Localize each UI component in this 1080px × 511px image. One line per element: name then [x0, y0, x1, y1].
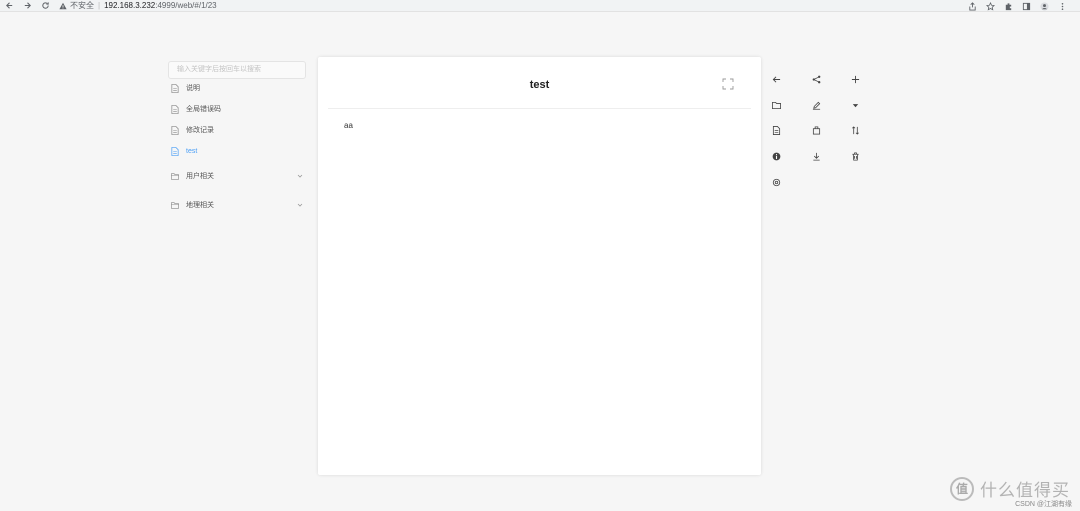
sidebar-item-description[interactable]: 说明 [170, 83, 306, 93]
dropdown-icon[interactable] [848, 98, 862, 112]
copy-icon[interactable] [809, 123, 823, 137]
file-icon [170, 125, 180, 135]
folder-icon[interactable] [769, 98, 783, 112]
back-icon[interactable] [0, 0, 18, 12]
file-icon[interactable] [769, 123, 783, 137]
url-separator: | [98, 1, 101, 10]
fullscreen-icon[interactable] [722, 77, 734, 90]
sidebar-item-changelog[interactable]: 修改记录 [170, 125, 306, 135]
folder-icon [170, 171, 180, 181]
settings-icon[interactable] [769, 175, 783, 189]
folder-icon [170, 200, 180, 210]
url-path: :4999/web/#/1/23 [155, 1, 217, 10]
share-page-icon[interactable] [966, 0, 978, 12]
chevron-down-icon[interactable] [297, 173, 304, 180]
info-icon[interactable] [769, 149, 783, 163]
file-icon [170, 104, 180, 114]
file-icon [170, 83, 180, 93]
sidebar-item-label: 地理相关 [186, 202, 214, 209]
chevron-down-icon[interactable] [297, 202, 304, 209]
edit-icon[interactable] [809, 98, 823, 112]
source-note: CSDN @江湖有缘 [1015, 501, 1072, 508]
page-content: aa [344, 121, 353, 130]
forward-icon[interactable] [18, 0, 36, 12]
doc-card: test aa [318, 57, 761, 475]
sort-icon[interactable] [848, 123, 862, 137]
extensions-icon[interactable] [1002, 0, 1014, 12]
url-host: 192.168.3.232 [104, 1, 156, 10]
address-bar[interactable]: 不安全 | 192.168.3.232:4999/web/#/1/23 [58, 0, 217, 12]
sidebar-item-label: 修改记录 [186, 127, 214, 134]
divider [328, 108, 751, 109]
security-label: 不安全 [70, 1, 94, 10]
browser-toolbar: 不安全 | 192.168.3.232:4999/web/#/1/23 [0, 0, 1080, 12]
delete-icon[interactable] [848, 149, 862, 163]
menu-icon[interactable] [1056, 0, 1068, 12]
add-icon[interactable] [848, 72, 862, 86]
reload-icon[interactable] [36, 0, 54, 12]
search-input[interactable] [168, 60, 306, 79]
sidebar-folder-user[interactable]: 用户相关 [170, 171, 306, 181]
share-icon[interactable] [809, 72, 823, 86]
sidebar-item-label: test [186, 147, 198, 155]
profile-icon[interactable] [1038, 0, 1050, 12]
sidepanel-icon[interactable] [1020, 0, 1032, 12]
sidebar-item-label: 用户相关 [186, 173, 214, 180]
sidebar-item-label: 说明 [186, 85, 200, 92]
file-icon [170, 146, 180, 156]
watermark: 值 什么值得买 [950, 476, 1070, 501]
sidebar-item-label: 全局错误码 [186, 106, 221, 113]
page-title: test [529, 79, 550, 91]
sidebar [168, 58, 308, 79]
browser-actions [966, 0, 1068, 12]
back-arrow-icon[interactable] [769, 72, 783, 86]
watermark-logo: 值 [950, 476, 974, 501]
warning-icon [58, 1, 67, 10]
sidebar-item-test[interactable]: test [170, 146, 306, 156]
watermark-text: 什么值得买 [980, 481, 1070, 501]
bookmark-star-icon[interactable] [984, 0, 996, 12]
sidebar-item-error-codes[interactable]: 全局错误码 [170, 104, 306, 114]
download-icon[interactable] [809, 149, 823, 163]
sidebar-folder-geo[interactable]: 地理相关 [170, 200, 306, 210]
